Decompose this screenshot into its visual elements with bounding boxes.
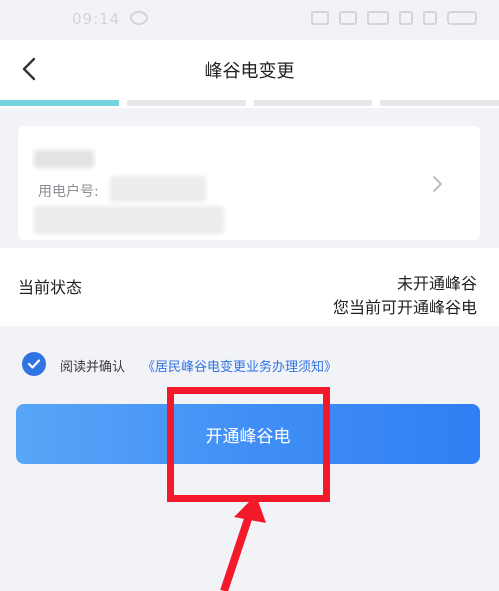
status-time: 09:14	[72, 10, 121, 28]
account-name-redacted	[34, 150, 94, 168]
account-card[interactable]: 用电户号:	[18, 126, 480, 240]
vibrate-icon	[311, 11, 329, 25]
current-status-row: 当前状态 未开通峰谷 您当前可开通峰谷电	[0, 248, 499, 326]
signal-icon-2	[423, 11, 437, 25]
progress-step-3	[253, 100, 373, 106]
agreement-checkbox[interactable]	[22, 352, 46, 376]
progress-steps	[0, 98, 499, 108]
current-status-value-line1: 未开通峰谷	[396, 274, 477, 293]
agreement-prefix: 阅读并确认	[60, 360, 126, 375]
open-peak-valley-button[interactable]: 开通峰谷电	[16, 404, 480, 464]
check-icon	[27, 359, 41, 369]
agreement-link[interactable]: 《居民峰谷电变更业务办理须知》	[142, 356, 337, 375]
status-bar: 09:14	[0, 0, 499, 40]
page-title: 峰谷电变更	[204, 61, 295, 82]
wifi-icon	[339, 11, 357, 25]
progress-step-4	[380, 100, 499, 106]
progress-step-2	[126, 100, 246, 106]
account-number-label: 用电户号:	[38, 184, 99, 200]
nav-bar: 峰谷电变更	[0, 40, 499, 98]
chevron-right-icon	[433, 176, 442, 192]
current-status-value: 未开通峰谷 您当前可开通峰谷电	[333, 272, 477, 320]
status-icons	[311, 11, 477, 25]
battery-icon	[447, 11, 477, 25]
chat-notification-icon	[130, 11, 148, 25]
current-status-value-line2: 您当前可开通峰谷电	[332, 298, 477, 317]
current-status-label: 当前状态	[18, 278, 83, 297]
signal-icon	[399, 11, 413, 25]
hd-icon	[367, 11, 389, 25]
agreement-row: 阅读并确认 《居民峰谷电变更业务办理须知》	[0, 340, 499, 388]
account-address-redacted	[34, 206, 224, 234]
annotation-arrow-icon	[220, 495, 266, 591]
progress-step-1	[0, 100, 119, 106]
account-section: 用电户号:	[0, 108, 499, 248]
account-number-redacted	[110, 176, 206, 202]
